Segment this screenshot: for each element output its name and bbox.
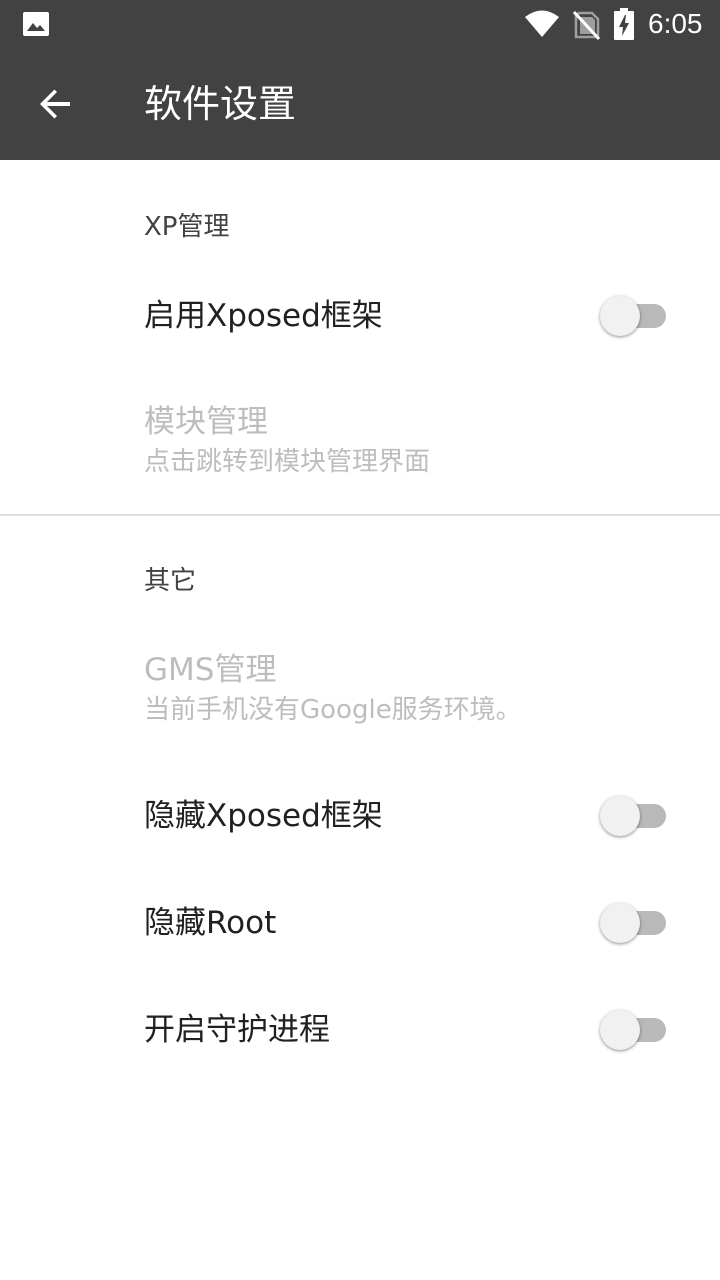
switch-thumb bbox=[600, 903, 640, 943]
pref-enable-xposed[interactable]: 启用Xposed框架 bbox=[0, 268, 720, 364]
enable-xposed-switch[interactable] bbox=[600, 294, 668, 338]
pref-title: 开启守护进程 bbox=[144, 1012, 330, 1048]
pref-title: 隐藏Root bbox=[144, 905, 277, 941]
pref-gms-manage[interactable]: GMS管理 当前手机没有Google服务环境。 bbox=[0, 632, 720, 752]
back-button[interactable] bbox=[24, 72, 88, 136]
hide-root-switch[interactable] bbox=[600, 901, 668, 945]
pref-summary: 点击跳转到模块管理界面 bbox=[144, 447, 431, 477]
category-xp-header: XP管理 bbox=[144, 212, 230, 242]
pref-hide-xposed[interactable]: 隐藏Xposed框架 bbox=[0, 768, 720, 864]
pref-title: 模块管理 bbox=[144, 404, 268, 440]
no-sim-icon bbox=[572, 10, 600, 40]
pref-title: 启用Xposed框架 bbox=[144, 298, 383, 334]
switch-thumb bbox=[600, 1010, 640, 1050]
pref-summary: 当前手机没有Google服务环境。 bbox=[144, 695, 522, 725]
pref-daemon[interactable]: 开启守护进程 bbox=[0, 982, 720, 1078]
status-bar: 6:05 bbox=[0, 0, 720, 48]
wifi-icon bbox=[525, 10, 559, 37]
gallery-icon bbox=[23, 12, 49, 36]
arrow-back-icon bbox=[40, 89, 70, 119]
battery-charging-icon bbox=[614, 8, 634, 40]
section-divider bbox=[0, 514, 720, 516]
status-time: 6:05 bbox=[648, 8, 703, 39]
pref-title: GMS管理 bbox=[144, 652, 277, 688]
daemon-switch[interactable] bbox=[600, 1008, 668, 1052]
category-other-header: 其它 bbox=[144, 566, 197, 596]
pref-hide-root[interactable]: 隐藏Root bbox=[0, 875, 720, 971]
pref-module-manage[interactable]: 模块管理 点击跳转到模块管理界面 bbox=[0, 384, 720, 504]
hide-xposed-switch[interactable] bbox=[600, 794, 668, 838]
switch-thumb bbox=[600, 796, 640, 836]
pref-title: 隐藏Xposed框架 bbox=[144, 798, 383, 834]
page-title: 软件设置 bbox=[144, 82, 297, 126]
switch-thumb bbox=[600, 296, 640, 336]
app-bar: 软件设置 bbox=[0, 48, 720, 160]
